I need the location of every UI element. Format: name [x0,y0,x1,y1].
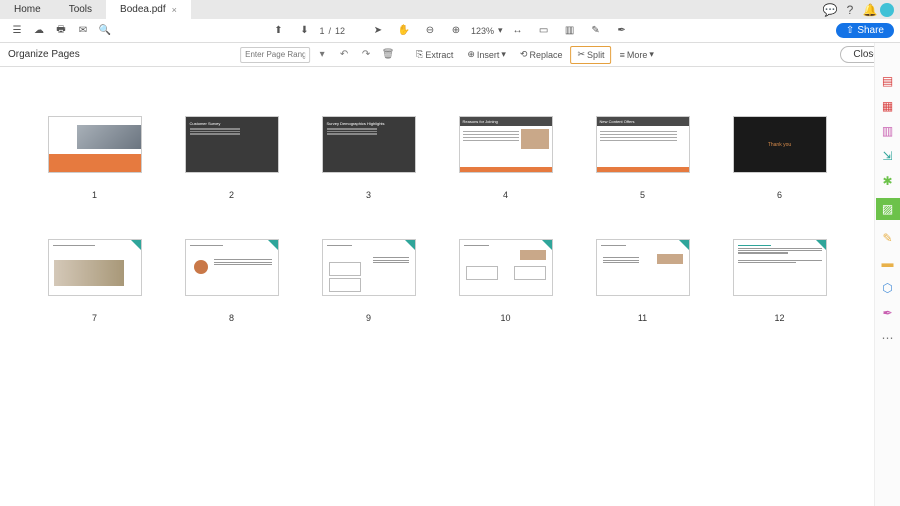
search-icon[interactable]: 🔍 [94,20,116,42]
page-title: Organize Pages [8,49,80,60]
extract-icon: ⎘ [416,49,423,60]
pointer-icon[interactable]: ➤ [367,20,389,42]
split-button[interactable]: ✂Split [571,46,612,64]
page-total: 12 [335,26,345,36]
page-thumb[interactable] [323,240,415,295]
right-rail: ▤ ▦ ▥ ⇲ ✱ ▨ ✎ ▬ ⬡ ✒ ⋯ [874,43,900,506]
tool-export-icon[interactable]: ⇲ [880,148,895,163]
page-number: 7 [92,313,97,323]
page-thumb[interactable]: Customer Survey [186,117,278,172]
tab-file[interactable]: Bodea.pdf × [106,0,191,19]
delete-icon[interactable]: 🗑 [378,45,398,65]
page-current: 1 [319,26,324,36]
page-thumb[interactable] [460,240,552,295]
zoom-out-icon[interactable]: ⊖ [419,20,441,42]
page-range-input[interactable] [240,47,310,63]
split-icon: ✂ [578,49,586,60]
print-icon[interactable]: 🖶 [50,20,72,42]
chat-icon[interactable]: 💬 [820,3,840,17]
extract-button[interactable]: ⎘Extract [410,46,459,64]
zoom-level: 123% [471,26,494,36]
page-number: 2 [229,190,234,200]
replace-button[interactable]: ⟲Replace [514,46,569,64]
zoom-in-icon[interactable]: ⊕ [445,20,467,42]
page-number: 10 [500,313,510,323]
chevron-down-icon: ▾ [649,49,654,60]
sign-icon[interactable]: ✒ [611,20,633,42]
range-dropdown-icon[interactable]: ▾ [312,45,332,65]
file-name: Bodea.pdf [120,4,166,15]
page-thumb[interactable]: Reasons for Joining [460,117,552,172]
replace-icon: ⟲ [520,49,528,60]
page-number: 1 [92,190,97,200]
page-number: 6 [777,190,782,200]
cloud-icon[interactable]: ☁ [28,20,50,42]
share-label: Share [857,25,884,36]
page-number: 12 [774,313,784,323]
page-thumb[interactable] [734,240,826,295]
tool-more-icon[interactable]: ⋯ [880,330,895,345]
bell-icon[interactable]: 🔔 [860,3,880,17]
tab-tools[interactable]: Tools [55,0,106,19]
help-icon[interactable]: ? [840,3,860,17]
rotate-right-icon[interactable]: ↷ [356,45,376,65]
page-sep: / [328,26,331,36]
tool-fill-icon[interactable]: ✎ [880,230,895,245]
email-icon[interactable]: ✉ [72,20,94,42]
share-button[interactable]: ⇧ Share [836,23,894,38]
tool-sign-icon[interactable]: ✒ [880,305,895,320]
page-thumb[interactable] [597,240,689,295]
page-number: 11 [638,313,647,323]
share-icon: ⇧ [846,25,854,36]
tool-comment-icon[interactable]: ✱ [880,173,895,188]
page-up-icon[interactable]: ⬆ [267,20,289,42]
avatar[interactable] [880,3,900,17]
page-down-icon[interactable]: ⬇ [293,20,315,42]
page-number: 4 [503,190,508,200]
tool-combine-icon[interactable]: ▦ [880,98,895,113]
insert-button[interactable]: ⊕Insert▾ [461,46,512,64]
tool-protect-icon[interactable]: ⬡ [880,280,895,295]
page-grid: 1 Customer Survey 2 Survey Demographics H… [0,67,874,506]
page-number: 5 [640,190,645,200]
page-thumb[interactable] [49,240,141,295]
read-mode-icon[interactable]: ▥ [559,20,581,42]
annotate-icon[interactable]: ✎ [585,20,607,42]
page-thumb[interactable] [186,240,278,295]
page-thumb[interactable] [49,117,141,172]
page-number: 3 [366,190,371,200]
hand-icon[interactable]: ✋ [393,20,415,42]
tool-organize-icon[interactable]: ▨ [876,198,900,220]
page-thumb[interactable]: Survey Demographics Highlights [323,117,415,172]
fit-page-icon[interactable]: ▭ [533,20,555,42]
tool-create-icon[interactable]: ▤ [880,73,895,88]
page-number: 8 [229,313,234,323]
chevron-down-icon: ▾ [501,49,506,60]
tool-edit-icon[interactable]: ▥ [880,123,895,138]
more-button[interactable]: ≡More▾ [614,46,660,64]
sidebar-toggle-icon[interactable]: ☰ [6,20,28,42]
more-icon: ≡ [620,50,625,60]
tool-redact-icon[interactable]: ▬ [880,255,895,270]
fit-width-icon[interactable]: ↔ [507,20,529,42]
zoom-dropdown-icon[interactable]: ▾ [498,25,503,36]
page-number: 9 [366,313,371,323]
tab-home[interactable]: Home [0,0,55,19]
page-thumb[interactable]: Thank you [734,117,826,172]
page-thumb[interactable]: New Content Offers [597,117,689,172]
insert-icon: ⊕ [467,49,475,60]
close-tab-icon[interactable]: × [172,5,177,15]
rotate-left-icon[interactable]: ↶ [334,45,354,65]
